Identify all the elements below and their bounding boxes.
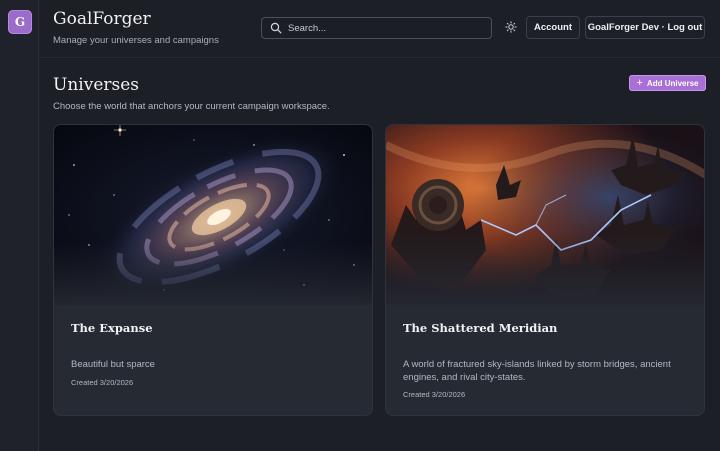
app-subtitle: Manage your universes and campaigns: [53, 35, 219, 46]
plus-icon: +: [636, 76, 643, 89]
universe-card-shattered-meridian[interactable]: The Shattered Meridian A world of fractu…: [385, 124, 705, 416]
top-header: GoalForger Manage your universes and cam…: [40, 0, 720, 58]
add-universe-label: Add Universe: [646, 78, 699, 88]
account-button[interactable]: Account: [526, 16, 580, 39]
theme-toggle-button[interactable]: [502, 18, 520, 36]
page-subtitle: Choose the world that anchors your curre…: [53, 101, 330, 112]
search-icon: [270, 22, 282, 34]
universe-card-expanse[interactable]: The Expanse Beautiful but sparce Created…: [53, 124, 373, 416]
universe-created-date: Created 3/20/2026: [71, 378, 134, 387]
search-box: [261, 17, 492, 39]
universe-name: The Expanse: [71, 321, 153, 335]
universe-description: Beautiful but sparce: [71, 359, 155, 370]
app-logo[interactable]: G: [8, 10, 32, 34]
universe-description: A world of fractured sky-islands linked …: [403, 359, 671, 383]
logout-button[interactable]: GoalForger Dev · Log out: [585, 16, 705, 39]
search-input[interactable]: [288, 22, 478, 34]
app-title: GoalForger: [53, 9, 151, 29]
universe-created-date: Created 3/20/2026: [403, 390, 466, 399]
add-universe-button[interactable]: + Add Universe: [629, 75, 706, 91]
universe-name: The Shattered Meridian: [403, 321, 558, 335]
galaxy-image: [54, 125, 372, 305]
sidebar-rail: G: [0, 0, 39, 451]
page-title: Universes: [53, 75, 140, 95]
floating-islands-image: [386, 125, 704, 305]
sun-icon: [505, 21, 517, 33]
